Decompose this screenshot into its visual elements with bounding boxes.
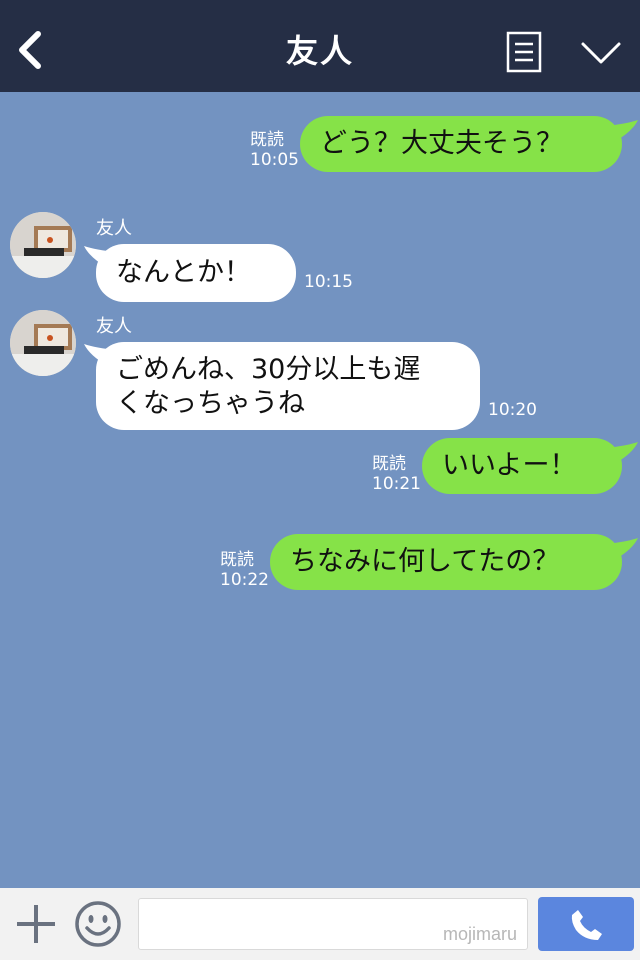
avatar-photo-icon — [10, 310, 76, 376]
message-text-line: くなっちゃうね — [116, 388, 305, 419]
outgoing-message-bubble[interactable]: ちなみに何してたの？ — [270, 534, 622, 590]
read-receipt: 既読 10:22 — [220, 550, 269, 590]
message-text: どう？大丈夫そう？ — [320, 128, 563, 159]
chevron-down-icon — [581, 42, 621, 64]
incoming-message-bubble[interactable]: なんとか！ — [96, 244, 296, 302]
sender-name: 友人 — [96, 218, 132, 239]
avatar[interactable] — [10, 310, 76, 376]
chat-title: 友人 — [285, 32, 354, 70]
read-receipt: 既読 10:05 — [250, 130, 299, 170]
outgoing-message-bubble[interactable]: どう？大丈夫そう？ — [300, 116, 622, 172]
call-button[interactable] — [538, 897, 634, 951]
bubble-tail — [606, 442, 638, 464]
avatar-photo-icon — [10, 212, 76, 278]
message-text: なんとか！ — [116, 257, 251, 288]
notes-button[interactable] — [506, 31, 542, 73]
message-list[interactable]: 既読 10:05 どう？大丈夫そう？ 友人 なんとか！ 10:15 友人 ごめん… — [0, 92, 640, 888]
outgoing-message-bubble[interactable]: いいよー！ — [422, 438, 622, 494]
phone-icon — [571, 910, 602, 940]
message-text: ちなみに何してたの？ — [290, 546, 560, 577]
bubble-tail — [606, 538, 638, 560]
add-button[interactable] — [14, 902, 58, 946]
sender-name: 友人 — [96, 316, 132, 337]
document-lines-icon — [506, 31, 542, 73]
message-text: いいよー！ — [442, 450, 577, 481]
chat-header: 友人 — [0, 0, 640, 92]
message-time: 10:15 — [304, 272, 353, 292]
smiley-icon — [75, 901, 121, 947]
read-receipt: 既読 10:21 — [372, 454, 421, 494]
bubble-tail — [606, 120, 638, 142]
incoming-message-bubble[interactable]: ごめんね、30分以上も遅 くなっちゃうね — [96, 342, 480, 430]
watermark: mojimaru — [442, 924, 517, 944]
plus-icon — [17, 905, 55, 943]
expand-menu-button[interactable] — [580, 40, 622, 66]
message-text-line: ごめんね、30分以上も遅 — [116, 354, 421, 385]
message-input[interactable]: mojimaru — [138, 898, 528, 950]
input-bar: mojimaru — [0, 888, 640, 960]
avatar[interactable] — [10, 212, 76, 278]
message-time: 10:20 — [488, 400, 537, 420]
emoji-button[interactable] — [74, 900, 122, 948]
